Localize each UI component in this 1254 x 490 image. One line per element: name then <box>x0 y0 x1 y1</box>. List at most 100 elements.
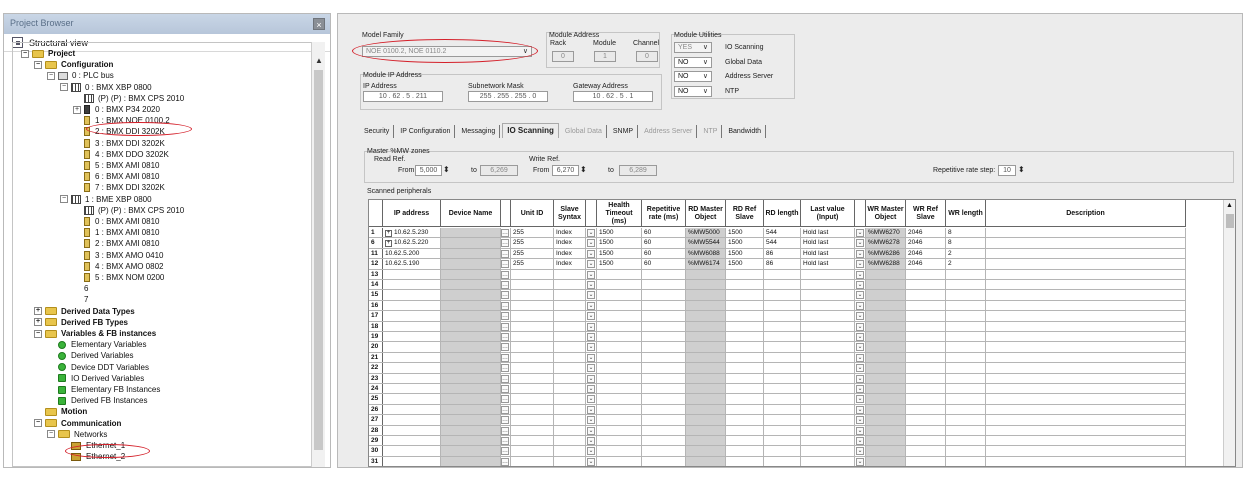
table-cell[interactable]: ⌄ <box>855 290 866 300</box>
dropdown-icon[interactable]: ⌄ <box>587 385 595 393</box>
table-cell[interactable] <box>383 342 441 352</box>
table-cell[interactable] <box>554 373 586 383</box>
table-cell[interactable] <box>597 290 642 300</box>
dropdown-icon[interactable]: ⌄ <box>587 416 595 425</box>
table-cell[interactable] <box>441 300 501 311</box>
table-cell[interactable]: … <box>501 321 511 331</box>
browse-icon[interactable]: … <box>501 322 509 331</box>
scroll-up-icon[interactable]: ▲ <box>1226 202 1233 209</box>
table-cell[interactable] <box>866 415 906 425</box>
table-cell[interactable] <box>866 352 906 363</box>
table-cell[interactable] <box>946 446 986 456</box>
table-cell[interactable] <box>597 300 642 311</box>
table-cell[interactable]: ⌄ <box>586 269 597 279</box>
table-cell[interactable] <box>986 290 1186 300</box>
table-scroll-thumb[interactable] <box>1226 214 1234 228</box>
tab-snmp[interactable]: SNMP <box>609 125 639 138</box>
dropdown-icon[interactable]: ⌄ <box>856 301 864 310</box>
table-cell[interactable] <box>906 436 946 446</box>
table-cell[interactable]: ⌄ <box>586 363 597 373</box>
table-row[interactable]: 17 … ⌄ ⌄ <box>369 311 1186 322</box>
table-cell[interactable]: … <box>501 290 511 300</box>
table-cell[interactable] <box>554 436 586 446</box>
table-cell[interactable] <box>642 394 686 404</box>
table-cell[interactable] <box>906 300 946 311</box>
table-cell[interactable] <box>866 321 906 331</box>
table-cell[interactable]: %MW6278 <box>866 238 906 248</box>
dropdown-icon[interactable]: ⌄ <box>856 281 864 289</box>
dropdown-icon[interactable]: ⌄ <box>856 385 864 393</box>
table-cell[interactable] <box>441 446 501 456</box>
table-cell[interactable] <box>441 425 501 435</box>
table-cell[interactable]: 2046 <box>906 228 946 238</box>
table-cell[interactable] <box>686 446 726 456</box>
table-cell[interactable] <box>726 384 764 394</box>
table-row[interactable]: 25 … ⌄ ⌄ <box>369 394 1186 405</box>
table-cell[interactable] <box>946 384 986 394</box>
table-cell[interactable] <box>866 456 906 466</box>
table-cell[interactable]: 255 <box>511 228 554 238</box>
table-cell[interactable] <box>726 363 764 373</box>
table-cell[interactable]: 10.62.5.200 <box>383 248 441 259</box>
table-cell[interactable] <box>642 321 686 331</box>
table-cell[interactable] <box>511 280 554 290</box>
tab-io-scanning[interactable]: IO Scanning <box>502 123 559 138</box>
table-cell[interactable] <box>511 363 554 373</box>
table-cell[interactable]: ⌄ <box>855 238 866 248</box>
table-cell[interactable] <box>946 363 986 373</box>
table-row[interactable]: 6 +10.62.5.220 … 255 Index ⌄ 1500 60 %MW5544 1500… <box>369 238 1186 249</box>
dropdown-icon[interactable]: ⌄ <box>587 353 595 362</box>
table-cell[interactable]: 8 <box>946 228 986 238</box>
table-cell[interactable]: ⌄ <box>855 259 866 269</box>
write-from-spinner-icon[interactable]: ⬍ <box>580 165 587 174</box>
table-cell[interactable]: +10.62.5.220 <box>383 238 441 248</box>
table-cell[interactable] <box>726 342 764 352</box>
table-cell[interactable]: … <box>501 248 511 259</box>
table-cell[interactable] <box>686 280 726 290</box>
dropdown-icon[interactable]: ⌄ <box>587 291 595 300</box>
table-cell[interactable]: 8 <box>946 238 986 248</box>
table-cell[interactable] <box>686 394 726 404</box>
tree-node[interactable]: Derived FB Instances <box>47 395 147 406</box>
table-cell[interactable] <box>986 228 1186 238</box>
table-cell[interactable] <box>726 456 764 466</box>
table-cell[interactable]: ⌄ <box>855 280 866 290</box>
table-cell[interactable] <box>686 363 726 373</box>
table-cell[interactable] <box>764 394 801 404</box>
table-cell[interactable] <box>866 342 906 352</box>
read-from-spinner-icon[interactable]: ⬍ <box>443 165 450 174</box>
table-cell[interactable] <box>986 425 1186 435</box>
tree-node[interactable]: IO Derived Variables <box>47 373 144 384</box>
browse-icon[interactable]: … <box>501 374 509 383</box>
table-cell[interactable] <box>906 342 946 352</box>
table-cell[interactable] <box>597 280 642 290</box>
table-cell[interactable] <box>801 415 855 425</box>
dropdown-icon[interactable]: ⌄ <box>587 405 595 414</box>
table-cell[interactable] <box>946 332 986 342</box>
table-cell[interactable] <box>597 269 642 279</box>
table-cell[interactable]: … <box>501 404 511 415</box>
collapse-icon[interactable]: − <box>21 49 29 58</box>
table-cell[interactable] <box>441 436 501 446</box>
table-cell[interactable]: ⌄ <box>586 311 597 321</box>
read-from-field[interactable]: 5,000 <box>415 165 442 176</box>
table-cell[interactable] <box>946 311 986 321</box>
tree-node[interactable]: 7 <box>73 294 88 305</box>
table-cell[interactable] <box>383 363 441 373</box>
table-cell[interactable] <box>441 456 501 466</box>
dropdown-icon[interactable]: ⌄ <box>856 312 864 321</box>
table-cell[interactable]: … <box>501 300 511 311</box>
table-cell[interactable] <box>726 404 764 415</box>
table-cell[interactable] <box>642 404 686 415</box>
table-cell[interactable]: %MW6286 <box>866 248 906 259</box>
dropdown-icon[interactable]: ⌄ <box>856 270 864 279</box>
subnet-mask-field[interactable]: 255 . 255 . 255 . 0 <box>468 91 548 102</box>
table-cell[interactable] <box>441 394 501 404</box>
table-cell[interactable]: ⌄ <box>855 321 866 331</box>
table-cell[interactable] <box>597 415 642 425</box>
dropdown-icon[interactable]: ⌄ <box>587 270 595 279</box>
tree-node[interactable]: Elementary FB Instances <box>47 384 160 395</box>
tree-node[interactable]: − Networks <box>47 429 107 440</box>
table-cell[interactable] <box>642 363 686 373</box>
table-cell[interactable] <box>986 238 1186 248</box>
